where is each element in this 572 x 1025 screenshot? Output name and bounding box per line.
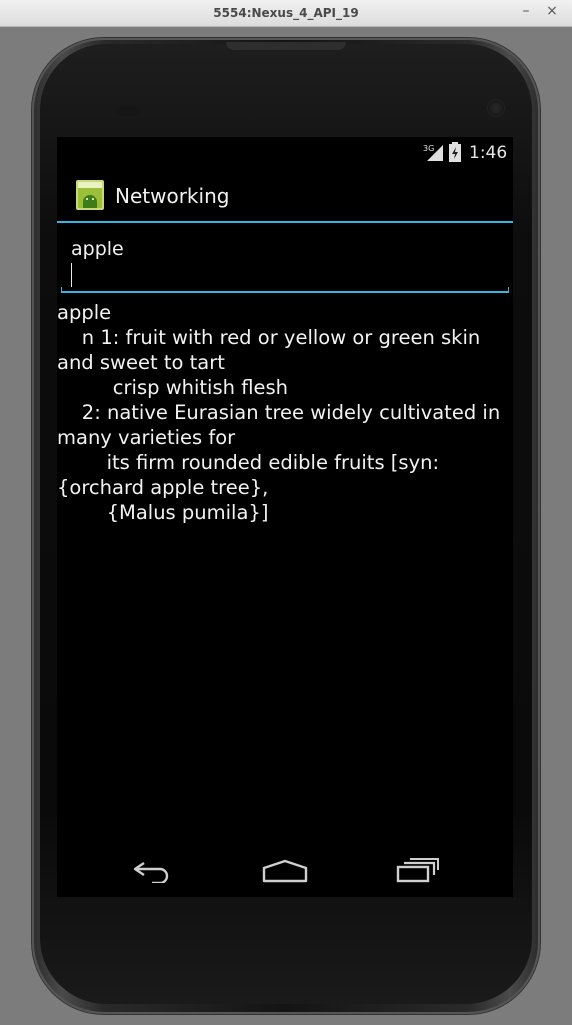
text-cursor	[71, 263, 72, 287]
word-input-value: apple	[71, 238, 124, 260]
android-launcher-icon[interactable]	[76, 180, 104, 210]
close-button[interactable]: ×	[543, 3, 561, 19]
recent-apps-icon	[396, 858, 439, 883]
word-input[interactable]: apple	[61, 229, 509, 293]
back-button[interactable]	[122, 853, 182, 889]
clock: 1:46	[469, 143, 508, 163]
battery-icon	[449, 142, 461, 162]
front-camera	[488, 100, 504, 116]
input-underline-right-tick	[508, 287, 509, 293]
navigation-bar	[57, 845, 513, 897]
proximity-sensor	[116, 106, 140, 116]
recent-apps-button[interactable]	[388, 853, 448, 889]
back-icon	[133, 862, 169, 883]
network-type-label: 3G	[423, 144, 434, 153]
window-title: 5554:Nexus_4_API_19	[213, 6, 359, 20]
signal-icon: 3G	[423, 144, 443, 161]
minimize-button[interactable]: –	[517, 3, 535, 19]
home-button[interactable]	[255, 853, 315, 889]
status-bar: 3G 1:46	[57, 137, 513, 167]
definition-text: apple n 1: fruit with red or yellow or g…	[57, 301, 501, 524]
emulator-title-bar: 5554:Nexus_4_API_19 – ×	[0, 0, 572, 27]
app-title: Networking	[115, 184, 230, 208]
earpiece-speaker	[226, 42, 346, 50]
home-icon	[262, 859, 308, 883]
input-underline	[61, 291, 509, 293]
device-screen: 3G 1:46 Networking apple apple n 1: frui…	[57, 137, 513, 897]
action-bar: Networking	[57, 167, 513, 223]
